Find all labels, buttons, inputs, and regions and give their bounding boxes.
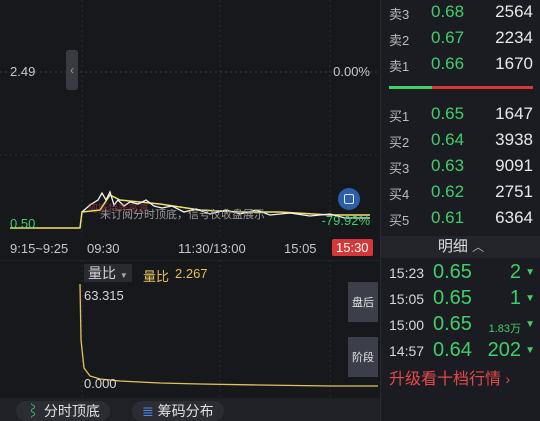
trade-time: 15:00 — [389, 317, 425, 333]
bid-ask-ratio-bar — [389, 86, 533, 89]
ref-price-label: 2.49 — [10, 64, 36, 79]
trade-row[interactable]: 15:00 0.65 1.83万 ▼ — [381, 312, 540, 338]
fullscreen-icon[interactable] — [338, 188, 360, 210]
volume-ratio-line — [79, 283, 378, 387]
upgrade-level10-button[interactable]: 升级看十档行情 › — [381, 366, 540, 392]
trade-price: 0.65 — [433, 313, 472, 335]
detail-toggle[interactable]: 明细 ︿ — [381, 236, 540, 258]
after-hours-button[interactable]: 盘后 — [348, 282, 378, 322]
ask-volume: 2234 — [495, 28, 533, 47]
bid-name: 买4 — [389, 187, 410, 202]
bid-volume: 1647 — [495, 104, 533, 123]
trade-time: 14:57 — [389, 343, 425, 359]
low-price-label: 0.50 — [10, 216, 36, 231]
bid-volume: 9091 — [495, 156, 533, 175]
time-tick-close: 15:05 — [284, 241, 317, 256]
ask-row[interactable]: 卖1 0.66 1670 — [381, 52, 540, 78]
chip-icon: ≣ — [142, 403, 154, 419]
trade-time: 15:23 — [389, 265, 425, 281]
time-tick-after-hours: 15:30 — [332, 239, 373, 256]
trade-time: 15:05 — [389, 291, 425, 307]
trade-volume: 1 — [509, 287, 521, 309]
bid-volume: 6364 — [495, 208, 533, 227]
ref-pct-label: 0.00% — [333, 64, 370, 79]
ask-row[interactable]: 卖2 0.67 2234 — [381, 26, 540, 52]
volume-dropdown-label: 量比 — [88, 265, 116, 281]
trade-volume: 1.83万 — [488, 323, 521, 335]
down-arrow-icon: ▼ — [525, 345, 535, 356]
bottom-tabs: ⌇ 分时顶底 ≣ 筹码分布 — [0, 398, 380, 421]
bid-name: 买5 — [389, 213, 410, 228]
detail-label: 明细 — [437, 238, 468, 255]
phase-button[interactable]: 阶段 — [348, 337, 378, 377]
bid-price: 0.63 — [431, 156, 465, 175]
bid-row[interactable]: 买5 0.61 6364 — [381, 206, 540, 232]
trade-price: 0.65 — [433, 287, 472, 309]
down-arrow-icon: ▼ — [525, 319, 535, 330]
tab-intraday-top-bottom-label: 分时顶底 — [43, 403, 100, 419]
trade-row[interactable]: 14:57 0.64 202 ▼ — [381, 338, 540, 364]
bid-name: 买1 — [389, 109, 410, 124]
trade-row[interactable]: 15:05 0.65 1 ▼ — [381, 286, 540, 312]
ask-price: 0.68 — [431, 2, 465, 21]
tab-chip-distribution[interactable]: ≣ 筹码分布 — [132, 401, 224, 421]
volume-min-label: 0.000 — [84, 376, 117, 391]
bid-price: 0.65 — [431, 104, 465, 123]
dropdown-arrow-icon: ▼ — [119, 271, 128, 280]
ask-name: 卖2 — [389, 33, 410, 48]
ask-volume: 2564 — [495, 2, 533, 21]
down-arrow-icon: ▼ — [525, 267, 535, 278]
ask-price: 0.67 — [431, 28, 465, 47]
volume-dropdown[interactable]: 量比 ▼ — [84, 264, 132, 282]
collapse-handle[interactable]: ‹ — [66, 50, 78, 90]
bid-name: 买3 — [389, 161, 410, 176]
trade-volume: 2 — [509, 261, 521, 283]
bid-row[interactable]: 买2 0.64 3938 — [381, 128, 540, 154]
intraday-price-chart[interactable]: 2.49 0.00% 0.50 -79.92% 未订阅分时顶底，信号仅收盘展示 … — [0, 0, 380, 236]
chart-area: 2.49 0.00% 0.50 -79.92% 未订阅分时顶底，信号仅收盘展示 … — [0, 0, 380, 421]
ask-name: 卖3 — [389, 7, 410, 22]
tab-intraday-top-bottom[interactable]: ⌇ 分时顶底 — [16, 401, 110, 421]
ask-volume: 1670 — [495, 54, 533, 73]
time-axis: 9:15~9:25 09:30 11:30/13:00 15:05 15:30 — [0, 236, 380, 260]
bid-price: 0.62 — [431, 182, 465, 201]
ask-price: 0.66 — [431, 54, 465, 73]
bid-volume: 3938 — [495, 130, 533, 149]
volume-ratio-value: 2.267 — [175, 266, 208, 281]
chevron-up-icon: ︿ — [472, 240, 485, 254]
price-chart-canvas — [0, 0, 380, 236]
bid-row[interactable]: 买1 0.65 1647 — [381, 102, 540, 128]
trade-price: 0.64 — [433, 339, 472, 361]
ask-name: 卖1 — [389, 59, 410, 74]
chevron-right-icon: › — [505, 371, 511, 387]
bid-volume: 2751 — [495, 182, 533, 201]
trade-price: 0.65 — [433, 261, 472, 283]
bid-name: 买2 — [389, 135, 410, 150]
volume-max-label: 63.315 — [84, 288, 124, 303]
ask-row[interactable]: 卖3 0.68 2564 — [381, 0, 540, 26]
upgrade-label: 升级看十档行情 — [389, 371, 502, 388]
bid-price: 0.61 — [431, 208, 465, 227]
time-tick-open: 09:30 — [87, 241, 120, 256]
down-arrow-icon: ▼ — [525, 293, 535, 304]
bid-price: 0.64 — [431, 130, 465, 149]
time-tick-auction: 9:15~9:25 — [10, 241, 69, 256]
bid-row[interactable]: 买4 0.62 2751 — [381, 180, 540, 206]
time-tick-noon: 11:30/13:00 — [178, 241, 246, 256]
trade-row[interactable]: 15:23 0.65 2 ▼ — [381, 260, 540, 286]
tab-chip-distribution-label: 筹码分布 — [157, 403, 214, 419]
faint-overlay-text: 阿斯特弄来源 — [88, 204, 148, 215]
low-pct-label: -79.92% — [321, 213, 370, 228]
volume-ratio-label: 量比 — [143, 269, 170, 284]
trend-icon: ⌇ — [26, 403, 40, 419]
bid-ratio-fill — [389, 86, 433, 89]
trade-volume: 202 — [487, 339, 521, 361]
volume-ratio-chart[interactable]: 量比 ▼ 量比 2.267 63.315 0.000 — [0, 259, 380, 398]
bid-row[interactable]: 买3 0.63 9091 — [381, 154, 540, 180]
order-book-panel: 卖3 0.68 2564 卖2 0.67 2234 卖1 0.66 1670 买… — [380, 0, 540, 421]
